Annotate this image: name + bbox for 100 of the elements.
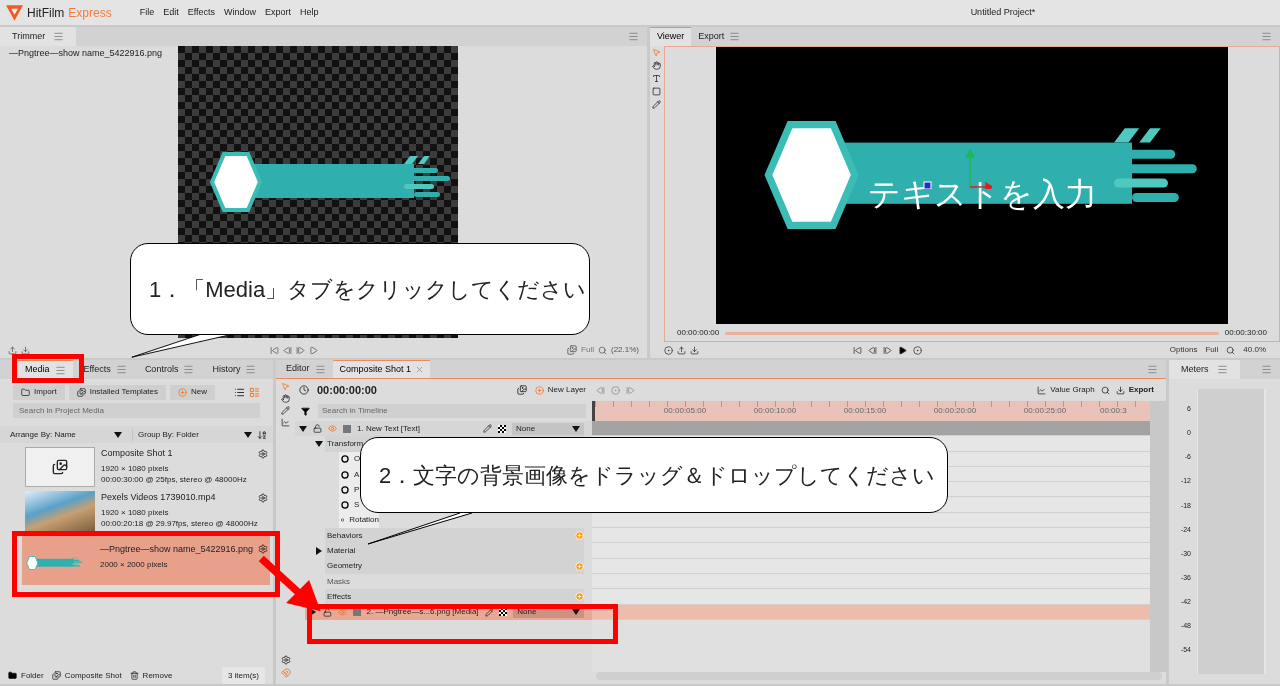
- search-field[interactable]: Search in Project Media: [13, 403, 260, 418]
- import-icon[interactable]: [690, 345, 699, 355]
- zoom-icon[interactable]: [1100, 385, 1110, 395]
- pen-tool-icon[interactable]: [651, 100, 661, 109]
- menu-item[interactable]: Export: [265, 5, 292, 20]
- footer-button[interactable]: Remove: [129, 669, 173, 682]
- panel-tab[interactable]: Effects: [76, 360, 134, 379]
- menu-item[interactable]: Window: [224, 5, 257, 20]
- media-item[interactable]: —Pngtree—show name_5422916.png 2000 × 2000 pixels: [22, 535, 270, 585]
- menu-icon[interactable]: [628, 31, 639, 42]
- close-icon[interactable]: [416, 366, 424, 373]
- menu-icon[interactable]: [53, 31, 65, 42]
- lock-icon[interactable]: [313, 424, 322, 434]
- menu-icon[interactable]: [183, 364, 195, 375]
- property-group[interactable]: Behaviors: [325, 528, 584, 544]
- menu-item[interactable]: Edit: [163, 5, 179, 20]
- zoom-icon[interactable]: [598, 345, 607, 355]
- add-icon[interactable]: [575, 561, 584, 571]
- dropdown-caret-icon[interactable]: [572, 424, 580, 433]
- panel-tab[interactable]: Composite Shot 1: [332, 360, 431, 378]
- menu-icon[interactable]: [1261, 364, 1272, 375]
- export-icon[interactable]: [677, 345, 686, 355]
- panel-tab[interactable]: Viewer: [650, 27, 692, 46]
- skip-back-icon[interactable]: [853, 345, 862, 355]
- media-item[interactable]: Composite Shot 1 1920 × 1080 pixels 00:00:30:00 @ 25fps, stereo @ 48000Hz: [25, 447, 270, 489]
- panel-tab[interactable]: Controls: [137, 360, 202, 379]
- step-back-icon[interactable]: [283, 345, 292, 355]
- expand-triangle-icon[interactable]: [299, 424, 307, 433]
- media-item[interactable]: Pexels Videos 1739010.mp4 1920 × 1080 pixels 00:00:20:18 @ 29.97fps, stereo @ 48000Hz: [25, 491, 270, 533]
- options-dropdown[interactable]: Options: [1169, 344, 1198, 356]
- expand-triangle-icon[interactable]: [315, 439, 323, 448]
- import-button[interactable]: Import: [13, 384, 65, 400]
- menu-item[interactable]: Effects: [187, 5, 216, 20]
- hand-tool-icon[interactable]: [651, 61, 661, 70]
- blend-dropdown[interactable]: None: [512, 422, 584, 435]
- menu-icon[interactable]: [1216, 364, 1228, 375]
- search-field[interactable]: Search in Timeline: [318, 404, 586, 418]
- loop-icon[interactable]: [913, 345, 922, 355]
- menu-icon[interactable]: [314, 363, 326, 375]
- dropdown-caret-icon[interactable]: [114, 430, 122, 439]
- add-keyframe-icon[interactable]: [611, 385, 620, 395]
- export-icon[interactable]: [8, 345, 17, 355]
- lock-icon[interactable]: [323, 607, 332, 617]
- view-icon[interactable]: [567, 345, 578, 355]
- previous-keyframe-icon[interactable]: [596, 385, 605, 395]
- pencil-icon[interactable]: [483, 424, 492, 434]
- panel-tab[interactable]: Trimmer: [0, 27, 77, 46]
- dropdown-caret-icon[interactable]: [572, 608, 580, 617]
- hand-tool-icon[interactable]: [281, 394, 290, 403]
- pencil-icon[interactable]: [484, 607, 494, 617]
- settings-icon[interactable]: [258, 544, 268, 554]
- expand-triangle-icon[interactable]: [315, 547, 323, 555]
- settings-icon[interactable]: [280, 655, 291, 665]
- step-forward-icon[interactable]: [883, 345, 892, 355]
- step-forward-icon[interactable]: [296, 345, 305, 355]
- panel-tab[interactable]: Meters: [1169, 360, 1240, 379]
- footer-button[interactable]: Folder: [8, 669, 44, 682]
- menu-icon[interactable]: [54, 364, 66, 376]
- next-keyframe-icon[interactable]: [626, 385, 635, 395]
- composite-icon[interactable]: [516, 385, 527, 395]
- group-dropdown[interactable]: Group By: Folder: [132, 428, 257, 441]
- checker-icon[interactable]: [499, 608, 508, 617]
- quality-dropdown[interactable]: Full: [1205, 344, 1219, 356]
- horizontal-scrollbar[interactable]: [596, 672, 1162, 680]
- color-swatch[interactable]: [343, 424, 351, 433]
- play-icon[interactable]: [898, 345, 907, 355]
- templates-button[interactable]: Installed Templates: [68, 384, 166, 400]
- menu-icon[interactable]: [1147, 363, 1158, 375]
- layer-row[interactable]: 1. New Text [Text] None: [295, 421, 592, 437]
- property-group[interactable]: Masks: [325, 573, 584, 590]
- settings-icon[interactable]: [258, 449, 268, 459]
- sort-icon[interactable]: [257, 429, 267, 440]
- zoom-dropdown[interactable]: (22.1%): [611, 344, 639, 356]
- dropdown-caret-icon[interactable]: [244, 430, 252, 439]
- zoom-icon[interactable]: [1226, 345, 1236, 355]
- add-icon[interactable]: [575, 531, 584, 541]
- menu-item[interactable]: Help: [300, 5, 319, 20]
- filter-icon[interactable]: [301, 406, 310, 416]
- vertical-scrollbar[interactable]: [1150, 401, 1166, 672]
- add-icon[interactable]: [575, 592, 584, 602]
- time-ruler[interactable]: 00:00:05:00 00:00:10:00 00:00:15:00 00:00:20:00 00:00:25:00 00:00:3: [592, 401, 1150, 421]
- menu-icon[interactable]: [245, 364, 257, 375]
- step-back-icon[interactable]: [868, 345, 877, 355]
- skip-back-icon[interactable]: [270, 345, 279, 355]
- visibility-icon[interactable]: [337, 607, 347, 617]
- panel-tab[interactable]: Export: [691, 27, 748, 46]
- text-tool-icon[interactable]: [651, 74, 661, 83]
- curve-tool-icon[interactable]: [281, 418, 290, 427]
- zoom-dropdown[interactable]: 40.0%: [1243, 344, 1266, 356]
- arrange-dropdown[interactable]: Arrange By: Name: [0, 428, 132, 441]
- new-button[interactable]: New: [170, 384, 216, 400]
- menu-icon[interactable]: [1261, 31, 1272, 42]
- footer-button[interactable]: Composite Shot: [51, 669, 122, 682]
- property-group[interactable]: Effects: [325, 589, 584, 605]
- menu-icon[interactable]: [729, 31, 741, 42]
- playback-track[interactable]: [725, 331, 1219, 335]
- import-icon[interactable]: [21, 345, 30, 355]
- menu-icon[interactable]: [115, 364, 127, 375]
- checker-icon[interactable]: [498, 424, 506, 433]
- razor-tool-icon[interactable]: [281, 406, 290, 415]
